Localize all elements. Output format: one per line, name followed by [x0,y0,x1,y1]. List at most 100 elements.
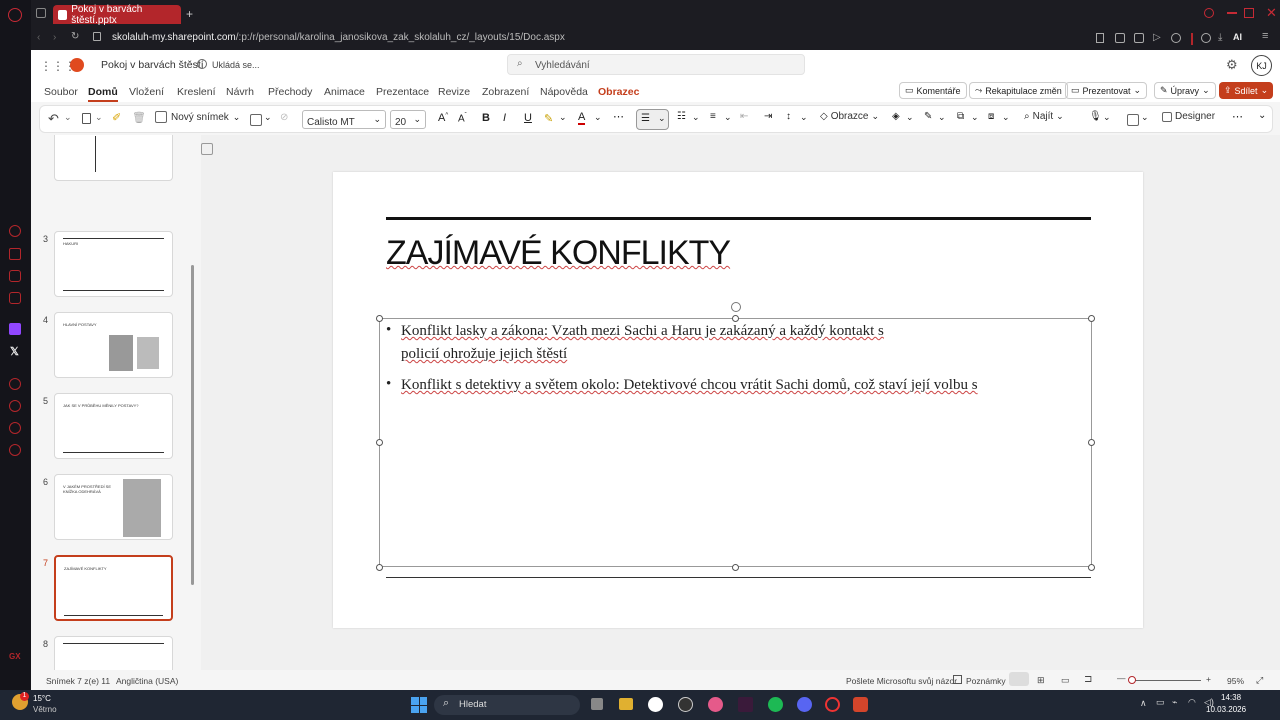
thumbnail-7[interactable]: ZAJÍMAVÉ KONFLIKTY [54,555,173,621]
slideshow-view-icon[interactable]: ⊐ [1084,674,1092,685]
quick-styles-icon[interactable]: ⧈ [988,111,994,122]
search-box[interactable]: ⌕ Vyhledávání [507,54,805,75]
close-icon[interactable]: ✕ [1266,5,1277,21]
layout-dropdown-icon[interactable]: ⌄ [264,112,272,123]
tray-icon-2[interactable]: ⌁ [1172,697,1177,708]
line-spacing-dropdown-icon[interactable]: ⌄ [800,112,808,123]
extensions-icon[interactable] [9,422,21,434]
new-slide-button[interactable]: Nový snímek ⌄ [155,111,240,123]
collapse-ribbon-icon[interactable]: ⌄ [1258,110,1266,121]
zoom-out-button[interactable]: — [1117,673,1126,683]
bullets-button[interactable]: ☰ ⌄ [636,109,669,130]
thumbnail-scrollbar[interactable] [191,265,194,585]
forward-icon[interactable]: › [53,32,56,43]
new-tab-button[interactable]: + [186,7,193,21]
resize-handle[interactable] [376,315,383,322]
avatar[interactable]: KJ [1251,55,1272,76]
line-spacing-icon[interactable]: ↕ [786,111,791,122]
shape-outline-dropdown-icon[interactable]: ⌄ [938,112,946,123]
search-tabs-icon[interactable] [1204,8,1214,18]
font-name-select[interactable]: Calisto MT ⌄ [302,110,386,129]
powerpoint-taskbar-icon[interactable] [853,697,868,712]
zoom-slider-thumb[interactable] [1128,676,1136,684]
sidebar-icon-4[interactable] [9,292,21,304]
share-button[interactable]: ⇪ Sdílet ⌄ [1219,82,1273,99]
thumbnail-8[interactable] [54,636,173,670]
taskbar-search[interactable]: ⌕ Hledat [434,695,580,715]
sidebar-icon-1[interactable] [9,225,21,237]
highlight-icon[interactable]: ✎ [544,112,553,125]
decrease-font-icon[interactable]: Aˇ [458,113,467,124]
add-ins-icon[interactable] [1127,114,1139,126]
shapes-button[interactable]: ◇ Obrazce ⌄ [820,111,879,122]
player-icon[interactable] [9,378,21,390]
undo-icon[interactable]: ↶ [48,111,59,127]
more-options-icon[interactable]: ⋯ [1232,110,1243,123]
spotify-icon[interactable] [768,697,783,712]
normal-view-icon[interactable] [1009,672,1029,686]
thumbnail-4[interactable]: HLAVNÍ POSTAVY [54,312,173,378]
recap-button[interactable]: ⤳ Rekapitulace změn [969,82,1068,99]
tray-chevron-icon[interactable]: ∧ [1140,698,1147,709]
notes-button[interactable]: Poznámky [966,676,1006,686]
menu-icon[interactable]: ≡ [1262,30,1268,42]
increase-font-icon[interactable]: A^ [438,112,448,124]
thumbnail-6[interactable]: V JAKÉM PROSTŘEDÍ SE KNÍŽKA ODEHRÁVÁ [54,474,173,540]
twitch-icon[interactable] [9,323,21,335]
windows-start-icon[interactable] [411,697,427,713]
font-size-select[interactable]: 20 ⌄ [390,110,426,129]
shape-fill-dropdown-icon[interactable]: ⌄ [906,112,914,123]
minimize-icon[interactable] [1227,12,1237,14]
more-font-icon[interactable]: ⋯ [613,110,624,123]
italic-icon[interactable]: I [503,112,506,124]
format-painter-icon[interactable]: ✐ [112,111,121,124]
reading-view-icon[interactable]: ▭ [1061,675,1070,686]
sorter-view-icon[interactable]: ⊞ [1037,675,1045,686]
comments-button[interactable]: ▭ Komentáře [899,82,967,99]
increase-indent-icon[interactable]: ⇥ [764,111,772,122]
opera-gx-taskbar-icon[interactable] [825,697,840,712]
add-ins-dropdown-icon[interactable]: ⌄ [1141,112,1149,123]
reload-icon[interactable]: ↻ [71,31,79,42]
tab-animace[interactable]: Animace [324,86,365,98]
align-dropdown-icon[interactable]: ⌄ [724,112,732,123]
maximize-icon[interactable] [1244,8,1254,18]
rotate-handle-icon[interactable] [731,302,741,312]
shape-outline-icon[interactable]: ✎ [924,111,932,122]
vpn-icon[interactable] [1171,33,1181,43]
dictate-icon[interactable]: 🎙 [1089,111,1102,122]
resize-handle[interactable] [1088,564,1095,571]
tab-prechody[interactable]: Přechody [268,86,312,98]
tab-obrazec[interactable]: Obrazec [598,86,639,98]
fit-slide-icon[interactable]: ⤢ [1256,675,1263,686]
reset-icon[interactable]: ⊘ [280,112,288,123]
language-indicator[interactable]: Angličtina (USA) [116,676,178,686]
edit-mode-button[interactable]: ✎ Úpravy ⌄ [1154,82,1216,99]
zoom-slider[interactable] [1131,680,1201,681]
app-icon-4[interactable] [738,697,753,712]
shape-fill-icon[interactable]: ◈ [892,111,900,122]
url-field[interactable]: skolaluh-my.sharepoint.com/:p:/r/persona… [112,32,565,43]
zoom-level[interactable]: 95% [1227,676,1244,686]
numbering-dropdown-icon[interactable]: ⌄ [692,112,700,123]
tab-revize[interactable]: Revize [438,86,470,98]
wifi-icon[interactable]: ◠ [1188,697,1196,708]
tab-domu[interactable]: Domů [88,86,118,102]
highlight-dropdown-icon[interactable]: ⌄ [559,112,567,123]
bullet-2[interactable]: Konflikt s detektivy a světem okolo: Det… [401,377,978,394]
task-view-icon[interactable] [591,698,603,710]
bold-icon[interactable]: B [482,112,490,124]
dictate-dropdown-icon[interactable]: ⌄ [1103,112,1111,123]
browser-tab[interactable]: Pokoj v barvách štěstí.pptx [53,4,181,26]
discord-icon[interactable] [797,697,812,712]
feedback-link[interactable]: Pošlete Microsoftu svůj názor [846,676,957,686]
thumbnail-2[interactable] [54,135,173,181]
bookmark-icon[interactable] [1096,33,1104,43]
app-icon-2[interactable] [678,697,693,712]
tray-icon-1[interactable]: ▭ [1156,697,1165,708]
resize-handle[interactable] [1088,439,1095,446]
bullet-1-line-1[interactable]: Konflikt lasky a zákona: Vzath mezi Sach… [401,323,884,340]
layout-icon[interactable] [250,114,262,126]
gx-icon[interactable]: GX [9,652,21,661]
sidebar-icon-2[interactable] [9,248,21,260]
